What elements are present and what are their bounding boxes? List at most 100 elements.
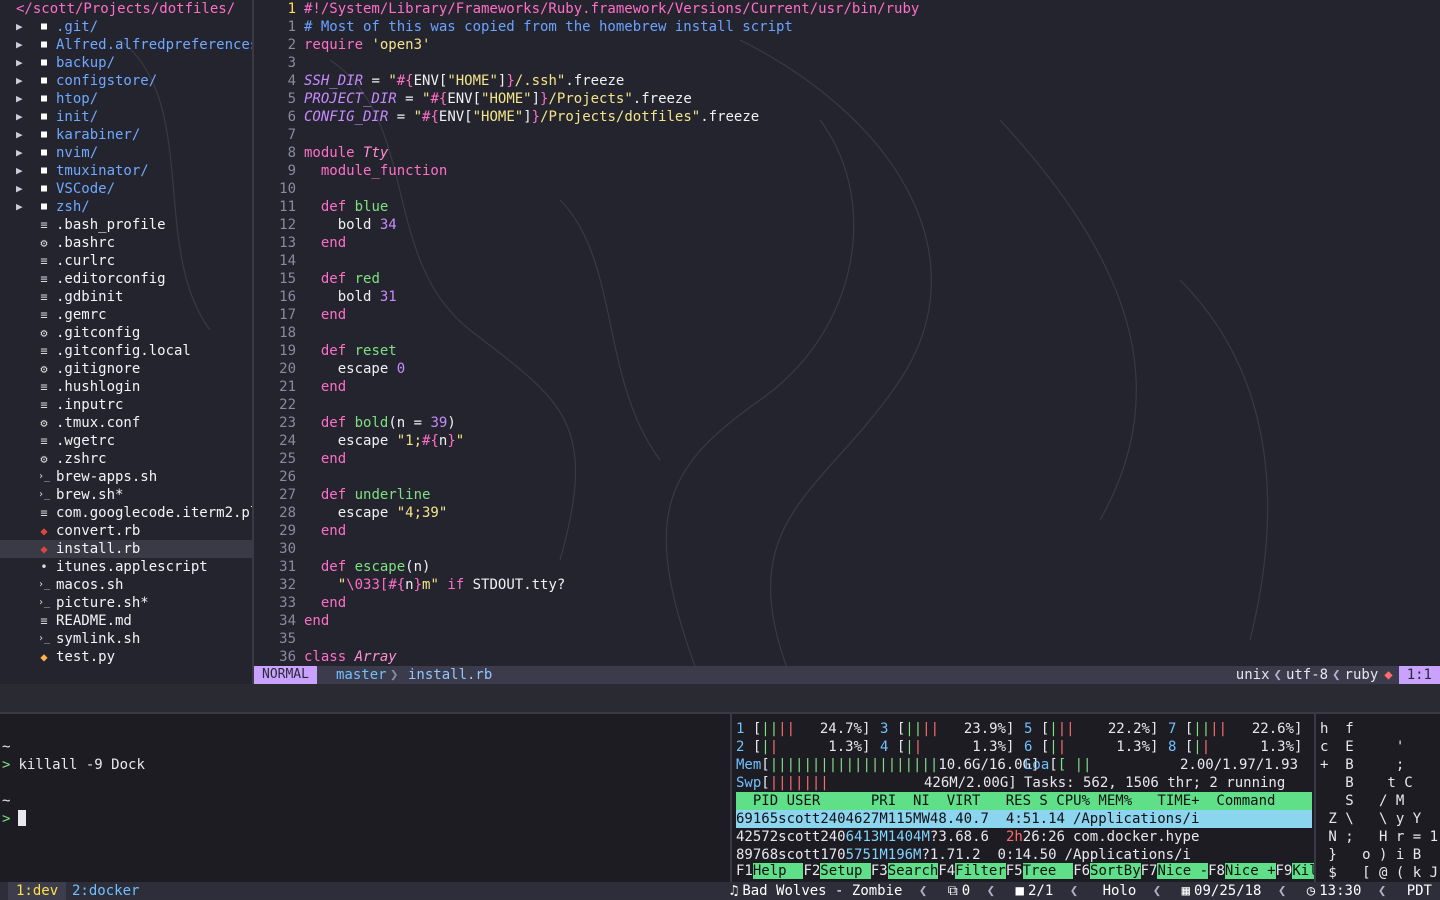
fkey-search-button[interactable]: Search <box>887 863 939 879</box>
tree-item-label: macos.sh <box>56 577 124 593</box>
tree-folder[interactable]: ▶ ■ backup/ <box>0 54 252 72</box>
code-token: .freeze <box>565 73 625 89</box>
tree-item-label: Alfred.alfredpreferences <box>56 37 252 53</box>
tree-file[interactable]: ◆ test.py <box>0 648 252 666</box>
triangle-right-icon[interactable]: ▶ <box>16 90 23 108</box>
vim-command-line[interactable] <box>0 684 1440 712</box>
triangle-right-icon[interactable]: ▶ <box>16 162 23 180</box>
line-code: class Array <box>304 648 397 666</box>
fkey-nice-button[interactable]: Nice - <box>1157 863 1209 879</box>
fkey-setup-button[interactable]: Setup <box>820 863 871 879</box>
code-token: STDOUT.tty? <box>464 577 566 593</box>
tree-folder[interactable]: ▶ ■ Alfred.alfredpreferences <box>0 36 252 54</box>
code-token: def <box>320 199 347 215</box>
line-number: 2 <box>287 37 296 53</box>
code-token: } <box>506 73 515 89</box>
tree-file[interactable]: ›_ brew.sh* <box>0 486 252 504</box>
tree-folder[interactable]: ▶ ■ tmuxinator/ <box>0 162 252 180</box>
code-token: end <box>320 523 347 539</box>
tree-file[interactable]: ≡ README.md <box>0 612 252 630</box>
line-number: 28 <box>279 505 296 521</box>
tree-file[interactable]: ≡ .wgetrc <box>0 432 252 450</box>
htop-pane[interactable]: 1 [|||| 24.7%] 3 [|||| 23.9%] 5 [||| 22.2%] 7 … <box>732 714 1314 882</box>
tree-file[interactable]: ≡ .hushlogin <box>0 378 252 396</box>
code-line: 11 def blue <box>254 198 1440 216</box>
fkey-sortby-button[interactable]: SortBy <box>1090 863 1141 879</box>
code-line: 23 def bold(n = 39) <box>254 414 1440 432</box>
tree-file[interactable]: ◆ install.rb <box>0 540 252 558</box>
folder-icon: ■ <box>40 183 48 194</box>
tmux-window-dev[interactable]: 1:dev <box>8 882 67 900</box>
triangle-right-icon[interactable]: ▶ <box>16 144 23 162</box>
fkey-kill-button[interactable]: Kill <box>1292 863 1314 879</box>
process-ni: 0 <box>837 811 846 827</box>
process-pid: 69165 <box>736 811 779 827</box>
tree-file[interactable]: ◆ convert.rb <box>0 522 252 540</box>
tree-file[interactable]: ⚙ .gitconfig <box>0 324 252 342</box>
fkey-tree-button[interactable]: Tree <box>1022 863 1074 879</box>
tree-root-path[interactable]: </scott/Projects/dotfiles/ <box>0 0 252 18</box>
tree-folder[interactable]: ▶ ■ karabiner/ <box>0 126 252 144</box>
tmux-window-docker[interactable]: 2:docker <box>72 882 139 900</box>
tree-file[interactable]: ›_ symlink.sh <box>0 630 252 648</box>
triangle-right-icon[interactable]: ▶ <box>16 126 23 144</box>
triangle-right-icon[interactable]: ▶ <box>16 108 23 126</box>
process-table-header[interactable]: PID USER PRI NI VIRT RES S CPU% MEM% TIM… <box>736 792 1312 810</box>
fkey-help-button[interactable]: Help <box>752 863 804 879</box>
shell-icon: ›_ <box>38 597 51 608</box>
cpu-bar: || <box>1193 721 1211 737</box>
shell-pane[interactable]: ~ > killall -9 Dock ~ > <box>0 714 730 882</box>
tree-folder[interactable]: ▶ ■ init/ <box>0 108 252 126</box>
line-number: 29 <box>279 523 296 539</box>
tree-file[interactable]: ⚙ .tmux.conf <box>0 414 252 432</box>
tree-item-label: nvim/ <box>56 145 99 161</box>
tree-folder[interactable]: ▶ ■ htop/ <box>0 90 252 108</box>
matrix-row: N ; H r = 1 <box>1320 829 1439 845</box>
text-file-icon: ≡ <box>40 434 48 448</box>
triangle-right-icon[interactable]: ▶ <box>16 18 23 36</box>
fkey-filter-button[interactable]: Filter <box>955 863 1006 879</box>
triangle-right-icon[interactable]: ▶ <box>16 36 23 54</box>
tree-file[interactable]: • itunes.applescript <box>0 558 252 576</box>
tree-file[interactable]: ›_ picture.sh* <box>0 594 252 612</box>
tree-folder[interactable]: ▶ ■ .git/ <box>0 18 252 36</box>
tree-file[interactable]: ≡ .gdbinit <box>0 288 252 306</box>
tree-file[interactable]: ›_ brew-apps.sh <box>0 468 252 486</box>
code-token: def <box>320 343 347 359</box>
tree-file[interactable]: ⚙ .bashrc <box>0 234 252 252</box>
process-row[interactable]: 69165scott2404627M115MW48.40.7 4:51.14/Ap… <box>736 810 1312 828</box>
tree-file[interactable]: ≡ .gitconfig.local <box>0 342 252 360</box>
triangle-right-icon[interactable]: ▶ <box>16 180 23 198</box>
code-editor[interactable]: 1 #!/System/Library/Frameworks/Ruby.frame… <box>254 0 1440 666</box>
triangle-right-icon[interactable]: ▶ <box>16 54 23 72</box>
clock-icon: ◷ <box>1306 883 1316 899</box>
tree-file[interactable]: ≡ .curlrc <box>0 252 252 270</box>
tree-item-label: .gitignore <box>56 361 141 377</box>
fkey-nice-button[interactable]: Nice + <box>1224 863 1276 879</box>
tree-folder[interactable]: ▶ ■ configstore/ <box>0 72 252 90</box>
folder-icon: ■ <box>40 39 48 50</box>
load-label: Loa <box>1024 757 1050 773</box>
code-token: (n = <box>388 415 431 431</box>
triangle-right-icon[interactable]: ▶ <box>16 72 23 90</box>
tree-file[interactable]: ⚙ .zshrc <box>0 450 252 468</box>
tree-file[interactable]: ›_ macos.sh <box>0 576 252 594</box>
tree-file[interactable]: ≡ .bash_profile <box>0 216 252 234</box>
tree-file[interactable]: ≡ .gemrc <box>0 306 252 324</box>
mem-label: Mem <box>736 757 762 773</box>
tree-folder[interactable]: ▶ ■ nvim/ <box>0 144 252 162</box>
tree-file[interactable]: ≡ com.googlecode.iterm2.pl <box>0 504 252 522</box>
process-row[interactable]: 42572scott2406413M1404M?3.68.6 2h26:26 com… <box>736 828 1199 846</box>
tree-file[interactable]: ≡ .editorconfig <box>0 270 252 288</box>
triangle-right-icon[interactable]: ▶ <box>16 198 23 216</box>
tree-file[interactable]: ⚙ .gitignore <box>0 360 252 378</box>
line-number: 36 <box>279 649 296 665</box>
tree-folder[interactable]: ▶ ■ VSCode/ <box>0 180 252 198</box>
cmatrix-pane[interactable]: h f c E ' + B ; B t C S / M Z \ \ y Y N ; … <box>1316 714 1440 882</box>
tree-folder[interactable]: ▶ ■ zsh/ <box>0 198 252 216</box>
tree-file[interactable]: ≡ .inputrc <box>0 396 252 414</box>
line-code: CONFIG_DIR = "#{ENV["HOME"]}/Projects/do… <box>304 108 759 126</box>
